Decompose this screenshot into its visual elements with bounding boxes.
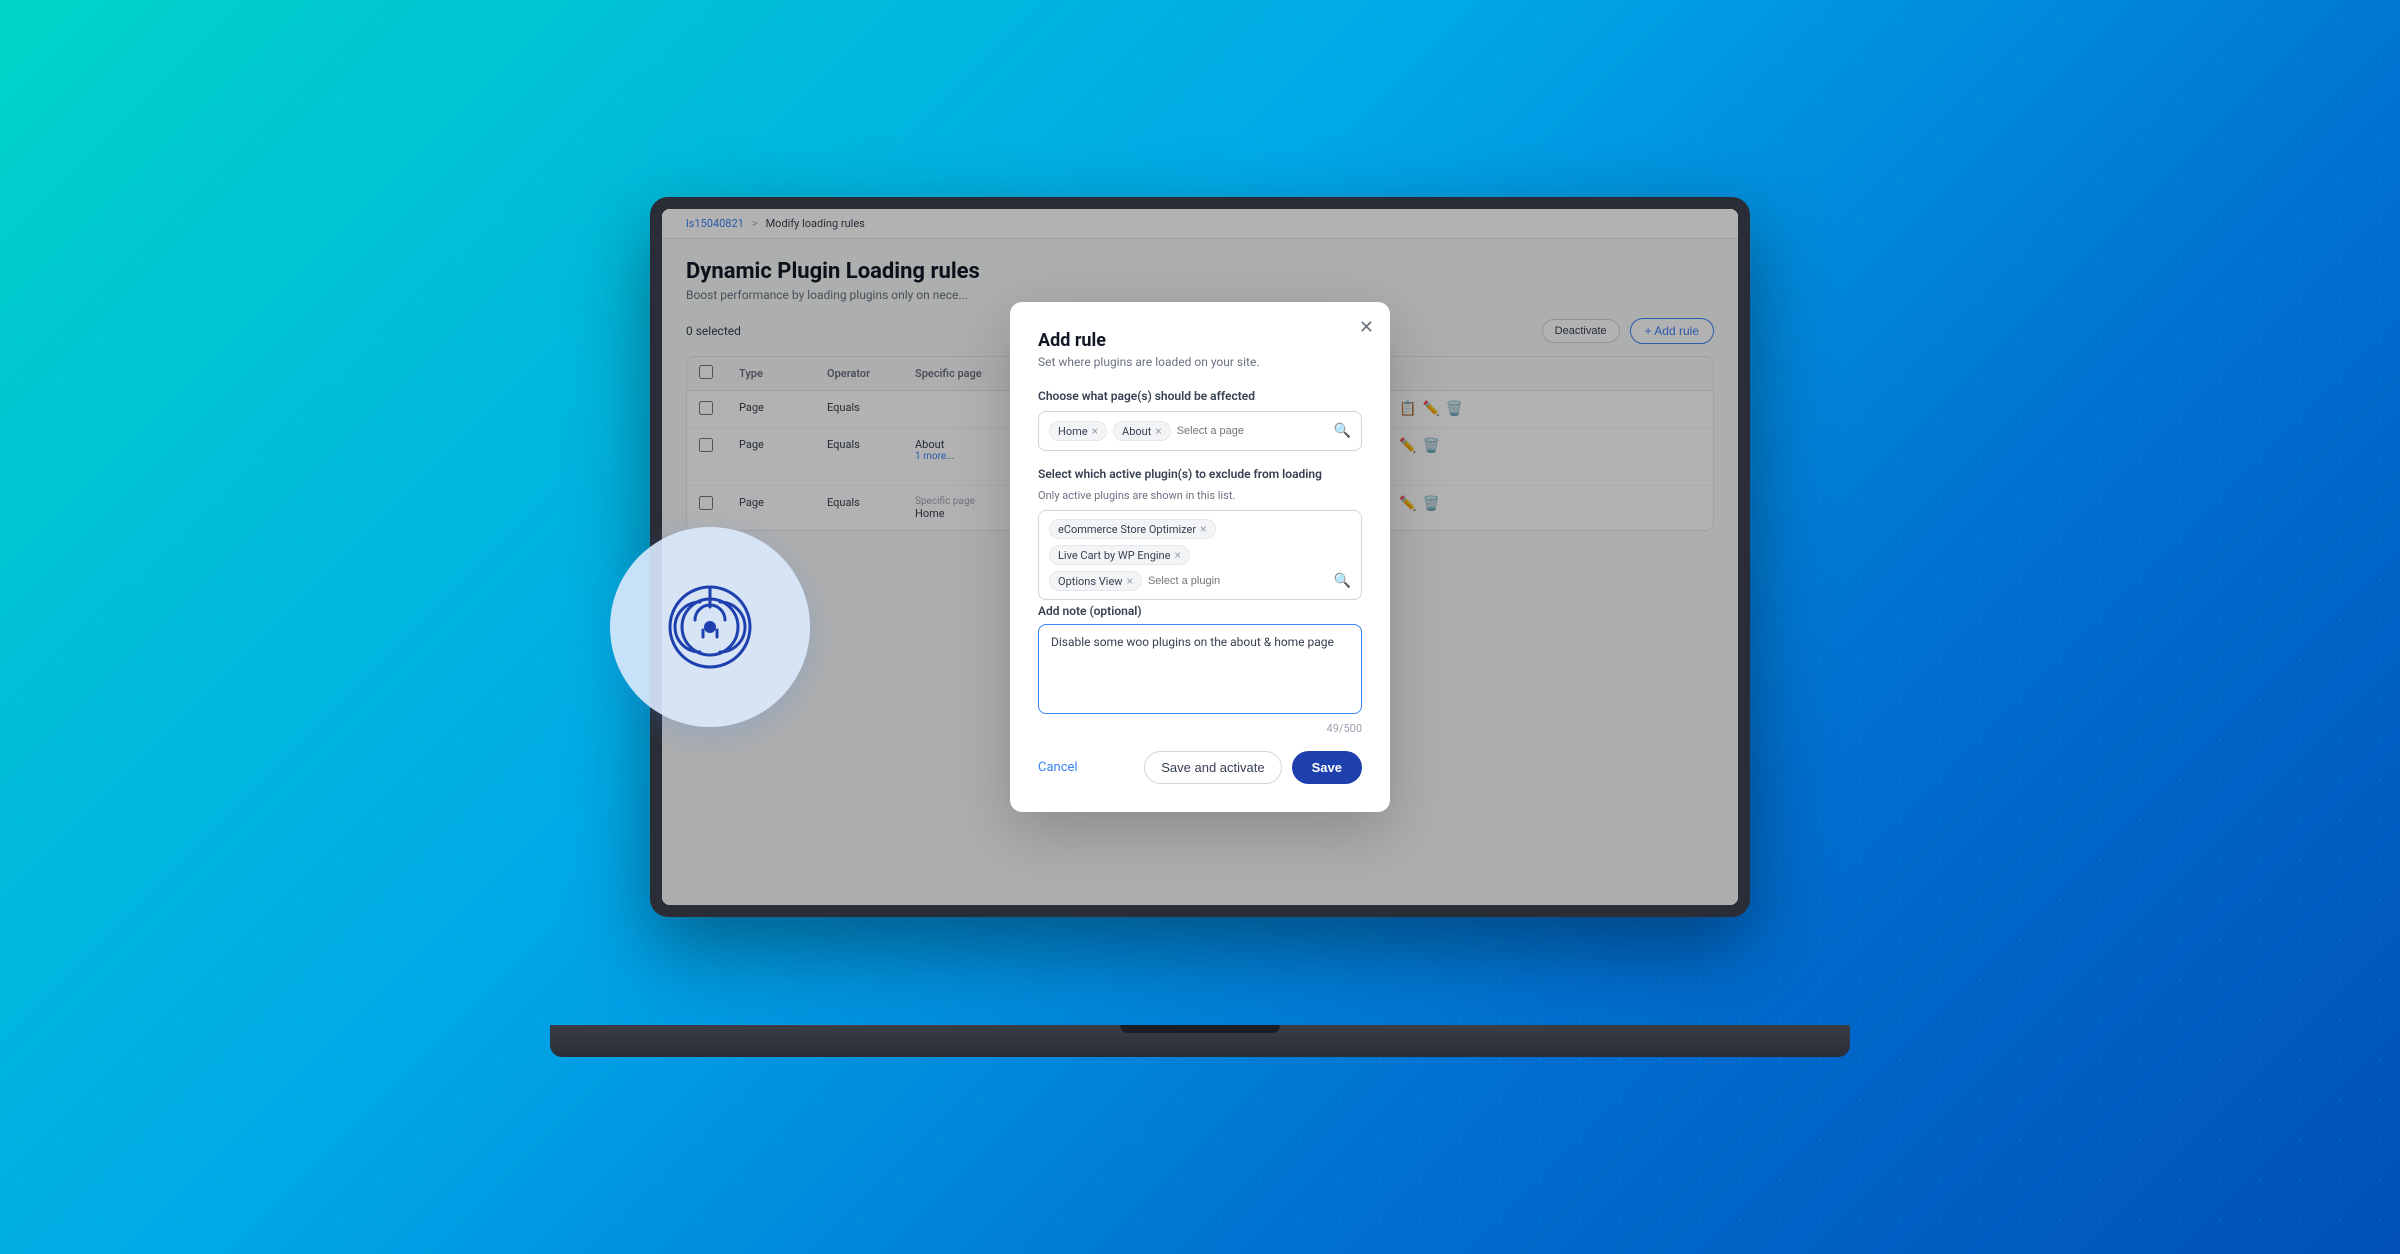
page-tag-home-remove[interactable]: × xyxy=(1092,424,1098,438)
page-tag-about: About × xyxy=(1113,421,1171,441)
laptop-screen-inner: ls15040821 > Modify loading rules Dynami… xyxy=(662,209,1738,905)
cancel-button[interactable]: Cancel xyxy=(1038,760,1078,775)
save-button[interactable]: Save xyxy=(1292,751,1362,784)
plugins-input-container[interactable]: eCommerce Store Optimizer × Live Cart by… xyxy=(1038,510,1362,600)
laptop-wrapper: ls15040821 > Modify loading rules Dynami… xyxy=(550,197,1850,1057)
modal-subtitle: Set where plugins are loaded on your sit… xyxy=(1038,355,1362,369)
pages-search-input[interactable] xyxy=(1177,425,1328,437)
laptop-notch xyxy=(1120,1025,1280,1033)
char-count: 49/500 xyxy=(1038,722,1362,735)
pages-search-icon: 🔍 xyxy=(1334,423,1351,439)
modal-footer: Cancel Save and activate Save xyxy=(1038,751,1362,784)
plugin-tag-livecart-remove[interactable]: × xyxy=(1174,548,1180,562)
plugin-tag-optionsview-remove[interactable]: × xyxy=(1127,574,1133,588)
laptop-screen: ls15040821 > Modify loading rules Dynami… xyxy=(650,197,1750,917)
plugin-tag-livecart: Live Cart by WP Engine × xyxy=(1049,545,1190,565)
plugin-tag-optionsview: Options View × xyxy=(1049,571,1142,591)
modal-close-button[interactable]: ✕ xyxy=(1359,318,1374,336)
page-tag-home: Home × xyxy=(1049,421,1107,441)
pages-section-label: Choose what page(s) should be affected xyxy=(1038,389,1362,403)
plugin-tag-ecommerce: eCommerce Store Optimizer × xyxy=(1049,519,1216,539)
add-rule-modal: ✕ Add rule Set where plugins are loaded … xyxy=(1010,302,1390,812)
plugins-sublabel: Only active plugins are shown in this li… xyxy=(1038,489,1362,502)
note-textarea[interactable]: Disable some woo plugins on the about & … xyxy=(1038,624,1362,714)
laptop-base xyxy=(550,1025,1850,1057)
modal-overlay: ✕ Add rule Set where plugins are loaded … xyxy=(662,209,1738,905)
page-tag-about-remove[interactable]: × xyxy=(1155,424,1161,438)
plugins-tag-row-1: eCommerce Store Optimizer × Live Cart by… xyxy=(1049,519,1351,565)
footer-actions: Save and activate Save xyxy=(1144,751,1362,784)
note-label: Add note (optional) xyxy=(1038,604,1362,618)
pages-input-container[interactable]: Home × About × 🔍 xyxy=(1038,411,1362,451)
plugin-logo-circle xyxy=(610,527,810,727)
plugins-section-label: Select which active plugin(s) to exclude… xyxy=(1038,467,1362,481)
plugins-search-input[interactable] xyxy=(1148,575,1328,587)
plugins-tag-row-2: Options View × 🔍 xyxy=(1049,571,1351,591)
modal-title: Add rule xyxy=(1038,330,1362,351)
plugins-search-icon: 🔍 xyxy=(1334,573,1351,589)
save-activate-button[interactable]: Save and activate xyxy=(1144,751,1281,784)
plugin-tag-ecommerce-remove[interactable]: × xyxy=(1200,522,1206,536)
